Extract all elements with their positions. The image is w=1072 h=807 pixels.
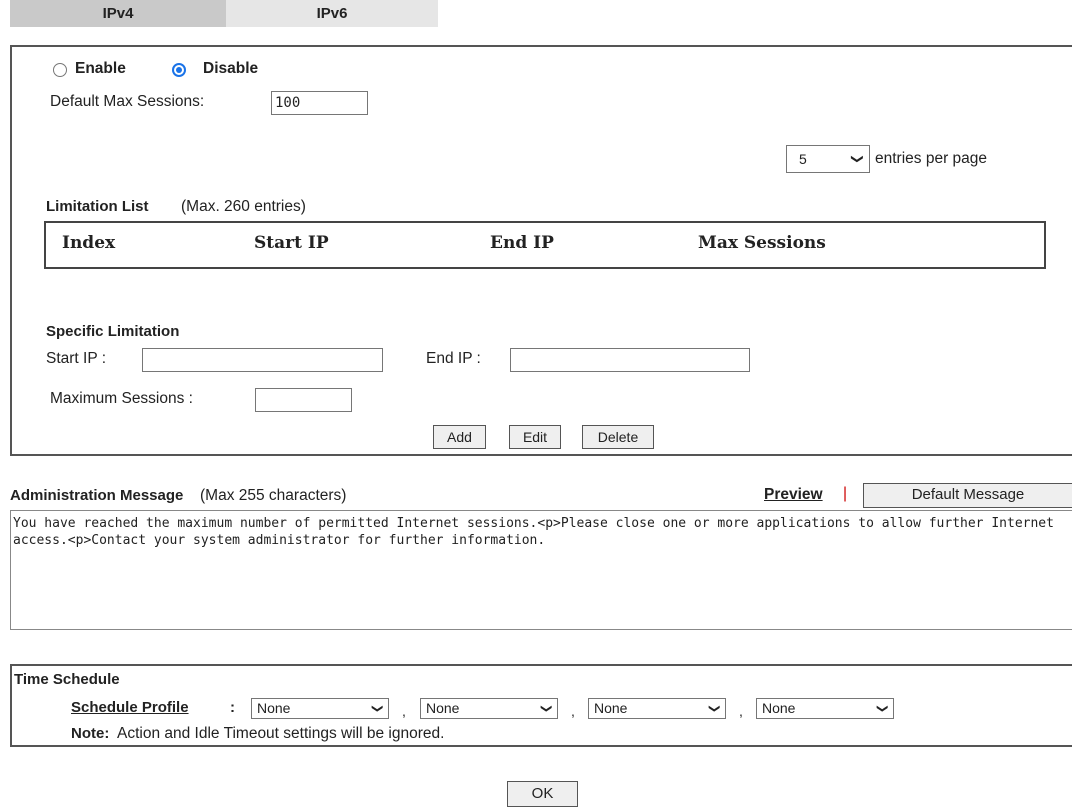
- schedule-profile-colon: :: [230, 699, 235, 716]
- separator-comma: ,: [571, 703, 575, 719]
- schedule-profile-select-1[interactable]: None ❮: [251, 698, 389, 719]
- chevron-down-icon: ❮: [539, 703, 552, 714]
- edit-button[interactable]: Edit: [509, 425, 561, 449]
- default-max-sessions-label: Default Max Sessions:: [50, 93, 205, 110]
- note-label: Note:: [71, 725, 110, 742]
- chevron-down-icon: ❮: [707, 703, 720, 714]
- limitation-list-table: Index Start IP End IP Max Sessions: [44, 221, 1046, 269]
- default-message-button[interactable]: Default Message: [863, 483, 1072, 508]
- schedule-profile-value-3: None: [594, 700, 628, 716]
- delete-button[interactable]: Delete: [582, 425, 654, 449]
- enable-radio[interactable]: [53, 63, 67, 77]
- disable-label: Disable: [203, 60, 259, 77]
- limitation-list-title: Limitation List: [46, 198, 149, 215]
- tab-ipv4[interactable]: IPv4: [10, 0, 226, 27]
- tab-ipv6[interactable]: IPv6: [226, 0, 438, 27]
- end-ip-label: End IP :: [426, 350, 481, 367]
- enable-label: Enable: [75, 60, 126, 77]
- preview-link[interactable]: Preview: [764, 486, 823, 504]
- schedule-profile-link[interactable]: Schedule Profile: [71, 699, 189, 716]
- specific-limitation-title: Specific Limitation: [46, 323, 180, 340]
- time-schedule-title: Time Schedule: [14, 671, 120, 688]
- schedule-profile-value-1: None: [257, 700, 291, 716]
- entries-per-page-select[interactable]: 5 ❮: [786, 145, 870, 173]
- admin-message-title: Administration Message: [10, 487, 184, 504]
- start-ip-input[interactable]: [142, 348, 383, 372]
- schedule-profile-value-2: None: [426, 700, 460, 716]
- schedule-profile-value-4: None: [762, 700, 796, 716]
- column-header-index: Index: [62, 233, 116, 253]
- maximum-sessions-label: Maximum Sessions :: [50, 390, 193, 407]
- add-button[interactable]: Add: [433, 425, 486, 449]
- schedule-profile-select-2[interactable]: None ❮: [420, 698, 558, 719]
- entries-per-page-label: entries per page: [875, 150, 988, 167]
- default-max-sessions-input[interactable]: 100: [271, 91, 368, 115]
- column-header-end-ip: End IP: [490, 233, 554, 253]
- note-text: Action and Idle Timeout settings will be…: [117, 725, 445, 742]
- schedule-profile-select-3[interactable]: None ❮: [588, 698, 726, 719]
- admin-message-textarea[interactable]: You have reached the maximum number of p…: [10, 510, 1072, 630]
- preview-separator: |: [843, 485, 848, 502]
- chevron-down-icon: ❮: [875, 703, 888, 714]
- maximum-sessions-input[interactable]: [255, 388, 352, 412]
- chevron-down-icon: ❮: [848, 153, 863, 165]
- admin-message-subtitle: (Max 255 characters): [200, 487, 347, 504]
- separator-comma: ,: [402, 703, 406, 719]
- entries-per-page-value: 5: [799, 151, 807, 167]
- limitation-list-subtitle: (Max. 260 entries): [181, 198, 306, 215]
- schedule-profile-select-4[interactable]: None ❮: [756, 698, 894, 719]
- end-ip-input[interactable]: [510, 348, 750, 372]
- start-ip-label: Start IP :: [46, 350, 107, 367]
- ok-button[interactable]: OK: [507, 781, 578, 807]
- column-header-max-sessions: Max Sessions: [698, 233, 826, 253]
- disable-radio[interactable]: [172, 63, 186, 77]
- column-header-start-ip: Start IP: [254, 233, 329, 253]
- separator-comma: ,: [739, 703, 743, 719]
- chevron-down-icon: ❮: [370, 703, 383, 714]
